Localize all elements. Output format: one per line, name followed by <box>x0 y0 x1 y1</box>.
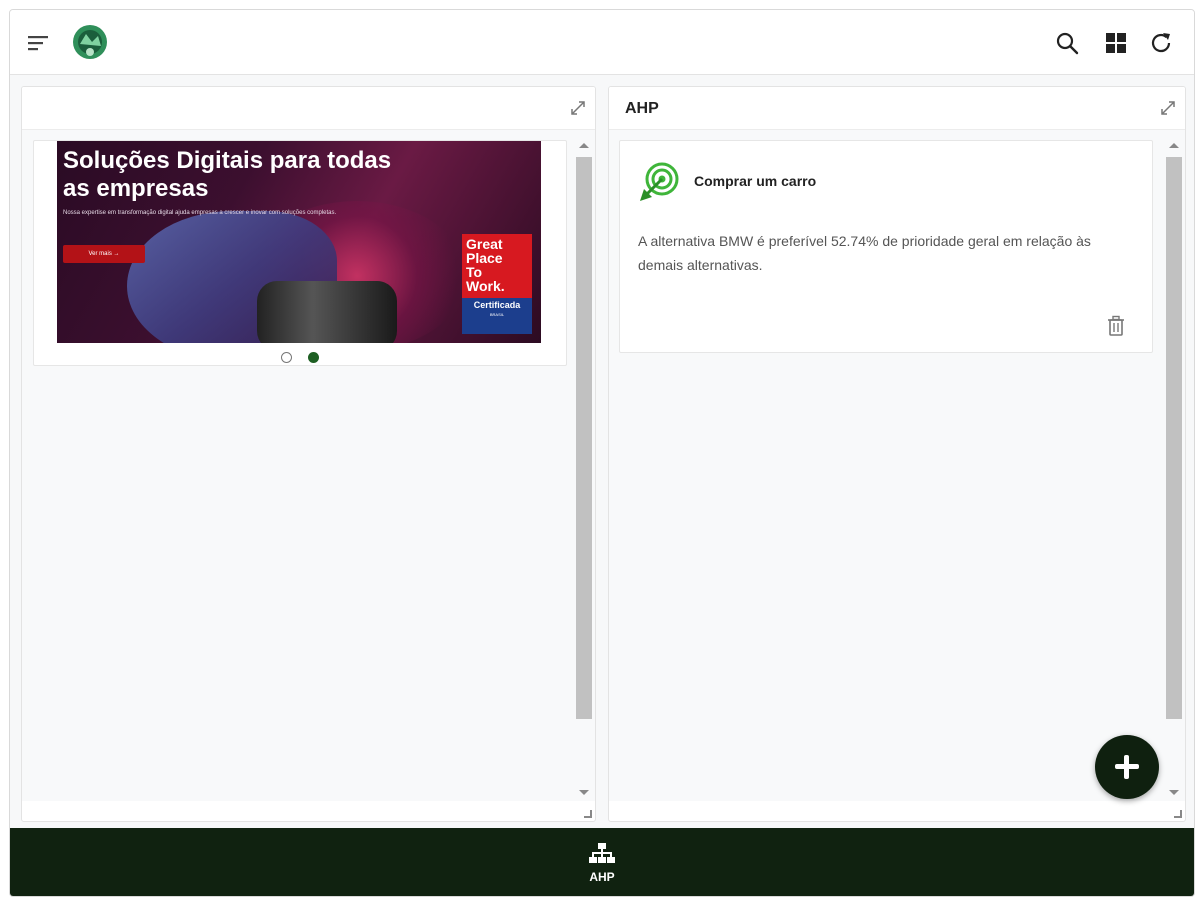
logo-icon[interactable] <box>70 22 110 62</box>
right-panel-title: AHP <box>625 100 659 117</box>
nav-item-ahp[interactable]: AHP <box>575 840 629 888</box>
right-scrollbar[interactable] <box>1165 139 1183 799</box>
bottom-nav-bar: AHP <box>10 828 1194 896</box>
grid-icon[interactable] <box>1103 30 1129 56</box>
scroll-down-arrow[interactable] <box>579 790 589 795</box>
carousel-dot-2[interactable] <box>308 352 320 363</box>
carousel-dot-1[interactable] <box>280 352 292 363</box>
expand-icon[interactable] <box>569 99 587 117</box>
gptw-badge: Great Place To Work. Certificada BRASIL <box>462 234 532 338</box>
scroll-up-arrow[interactable] <box>1169 143 1179 148</box>
ahp-result-card[interactable]: Comprar um carro A alternativa BMW é pre… <box>619 140 1153 353</box>
trash-icon[interactable] <box>1106 315 1126 337</box>
banner-device-graphic <box>257 281 397 343</box>
card-description: A alternativa BMW é preferível 52.74% de… <box>638 233 1091 273</box>
search-icon[interactable] <box>1054 30 1080 56</box>
top-bar <box>10 10 1194 75</box>
nav-label: AHP <box>589 870 615 884</box>
expand-icon[interactable] <box>1159 99 1177 117</box>
badge-certified: Certificada <box>473 300 521 310</box>
banner-subtitle: Nossa expertise em transformação digital… <box>63 210 337 216</box>
right-panel: AHP Comprar um carro A alternativa BMW é… <box>608 86 1186 822</box>
plus-icon <box>1124 755 1129 779</box>
hierarchy-icon <box>589 843 615 863</box>
badge-line: To <box>466 264 483 280</box>
scroll-thumb[interactable] <box>576 157 592 719</box>
badge-line: Work. <box>466 278 505 294</box>
scroll-up-arrow[interactable] <box>579 143 589 148</box>
app-frame: Soluções Digitais para todas as empresas… <box>9 9 1195 897</box>
banner-button[interactable]: Ver mais → <box>63 245 145 263</box>
add-button[interactable] <box>1095 735 1159 799</box>
left-panel-header <box>22 87 595 130</box>
left-scrollbar[interactable] <box>575 139 593 799</box>
menu-icon[interactable] <box>28 34 50 52</box>
card-title[interactable]: Comprar um carro <box>694 173 816 189</box>
target-icon <box>640 162 679 201</box>
left-panel: Soluções Digitais para todas as empresas… <box>21 86 596 822</box>
resize-handle[interactable] <box>584 810 592 818</box>
badge-line: Place <box>466 250 503 266</box>
right-panel-header: AHP <box>609 87 1185 130</box>
scroll-down-arrow[interactable] <box>1169 790 1179 795</box>
carousel-card: Soluções Digitais para todas as empresas… <box>33 140 567 366</box>
gptw-badge-red: Great Place To Work. <box>462 234 532 298</box>
scroll-thumb[interactable] <box>1166 157 1182 719</box>
badge-sub: BRASIL <box>489 312 505 317</box>
banner-title: Soluções Digitais para todas as empresas <box>63 147 392 202</box>
carousel-dots <box>34 350 566 364</box>
banner-image[interactable]: Soluções Digitais para todas as empresas… <box>57 141 541 343</box>
resize-handle[interactable] <box>1174 810 1182 818</box>
badge-line: Great <box>466 236 503 252</box>
refresh-icon[interactable] <box>1148 30 1174 56</box>
